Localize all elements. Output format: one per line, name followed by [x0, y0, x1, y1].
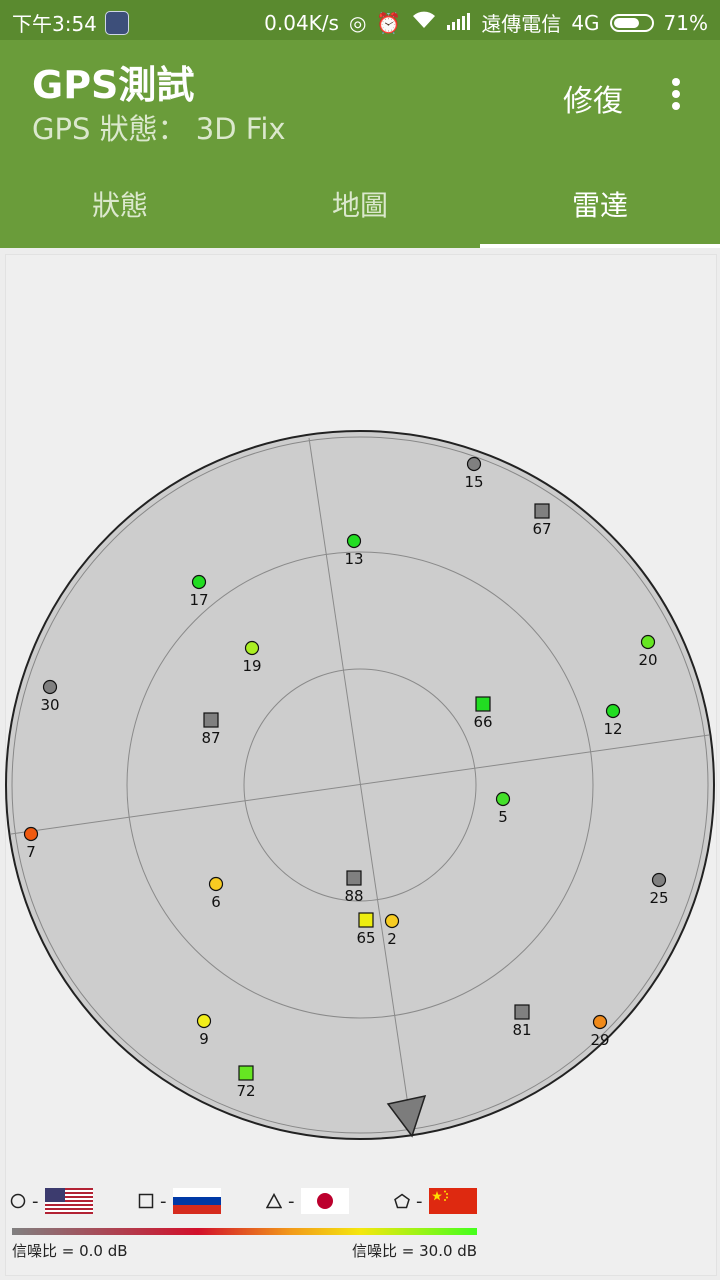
satellite-marker-17 [191, 574, 207, 590]
satellite-marker-5 [495, 791, 511, 807]
satellite-marker-30 [42, 679, 58, 695]
satellite-label-72: 72 [236, 1082, 255, 1100]
satellite-marker-67 [534, 503, 550, 519]
satellite-label-29: 29 [590, 1031, 609, 1049]
satellite-marker-19 [244, 640, 260, 656]
legend-dash: - [32, 1190, 39, 1212]
satellite-marker-7 [23, 826, 39, 842]
constellation-legend: - - - - 信噪比 = 0.0 dB 信噪比 = 30.0 dB [0, 1186, 720, 1280]
legend-dash: - [288, 1190, 295, 1212]
satellite-label-30: 30 [40, 696, 59, 714]
satellite-marker-9 [196, 1013, 212, 1029]
satellite-marker-88 [346, 870, 362, 886]
satellite-label-65: 65 [356, 929, 375, 947]
satellite-label-6: 6 [211, 893, 221, 911]
china-flag-icon [428, 1188, 477, 1214]
circle-icon [10, 1193, 26, 1209]
satellite-marker-2 [384, 913, 400, 929]
satellite-label-12: 12 [603, 720, 622, 738]
pentagon-icon [394, 1193, 410, 1209]
legend-qzss: - [266, 1186, 349, 1216]
satellite-marker-87 [203, 712, 219, 728]
satellite-label-25: 25 [649, 889, 668, 907]
satellite-marker-25 [651, 872, 667, 888]
satellite-marker-65 [358, 912, 374, 928]
satellite-label-9: 9 [199, 1030, 209, 1048]
satellite-label-17: 17 [189, 591, 208, 609]
russia-flag-icon [172, 1188, 221, 1214]
satellite-marker-81 [514, 1004, 530, 1020]
square-icon [138, 1193, 154, 1209]
radar-plot: 1567131720193066 128757886 2565 29 812972 [5, 430, 715, 1140]
legend-dash: - [160, 1190, 167, 1212]
satellite-label-88: 88 [344, 887, 363, 905]
snr-max-label: 信噪比 = 30.0 dB [352, 1242, 478, 1260]
satellite-label-66: 66 [473, 713, 492, 731]
satellite-marker-13 [346, 533, 362, 549]
satellite-marker-72 [238, 1065, 254, 1081]
satellite-marker-6 [208, 876, 224, 892]
usa-flag-icon [44, 1188, 93, 1214]
satellite-marker-12 [605, 703, 621, 719]
satellite-marker-29 [592, 1014, 608, 1030]
snr-min-label: 信噪比 = 0.0 dB [12, 1242, 128, 1260]
satellite-label-5: 5 [498, 808, 508, 826]
satellite-label-20: 20 [638, 651, 657, 669]
satellite-marker-66 [475, 696, 491, 712]
japan-flag-icon [300, 1188, 349, 1214]
legend-dash: - [416, 1190, 423, 1212]
legend-beidou: - [394, 1186, 477, 1216]
snr-gradient-bar [12, 1228, 477, 1235]
legend-gps: - [10, 1186, 93, 1216]
satellite-label-81: 81 [512, 1021, 531, 1039]
satellite-label-15: 15 [464, 473, 483, 491]
satellite-label-67: 67 [532, 520, 551, 538]
satellite-marker-15 [466, 456, 482, 472]
triangle-icon [266, 1193, 282, 1209]
satellite-label-87: 87 [201, 729, 220, 747]
satellite-label-13: 13 [344, 550, 363, 568]
satellite-marker-20 [640, 634, 656, 650]
satellite-label-7: 7 [26, 843, 36, 861]
satellite-label-2: 2 [387, 930, 397, 948]
satellite-label-19: 19 [242, 657, 261, 675]
legend-glonass: - [138, 1186, 221, 1216]
